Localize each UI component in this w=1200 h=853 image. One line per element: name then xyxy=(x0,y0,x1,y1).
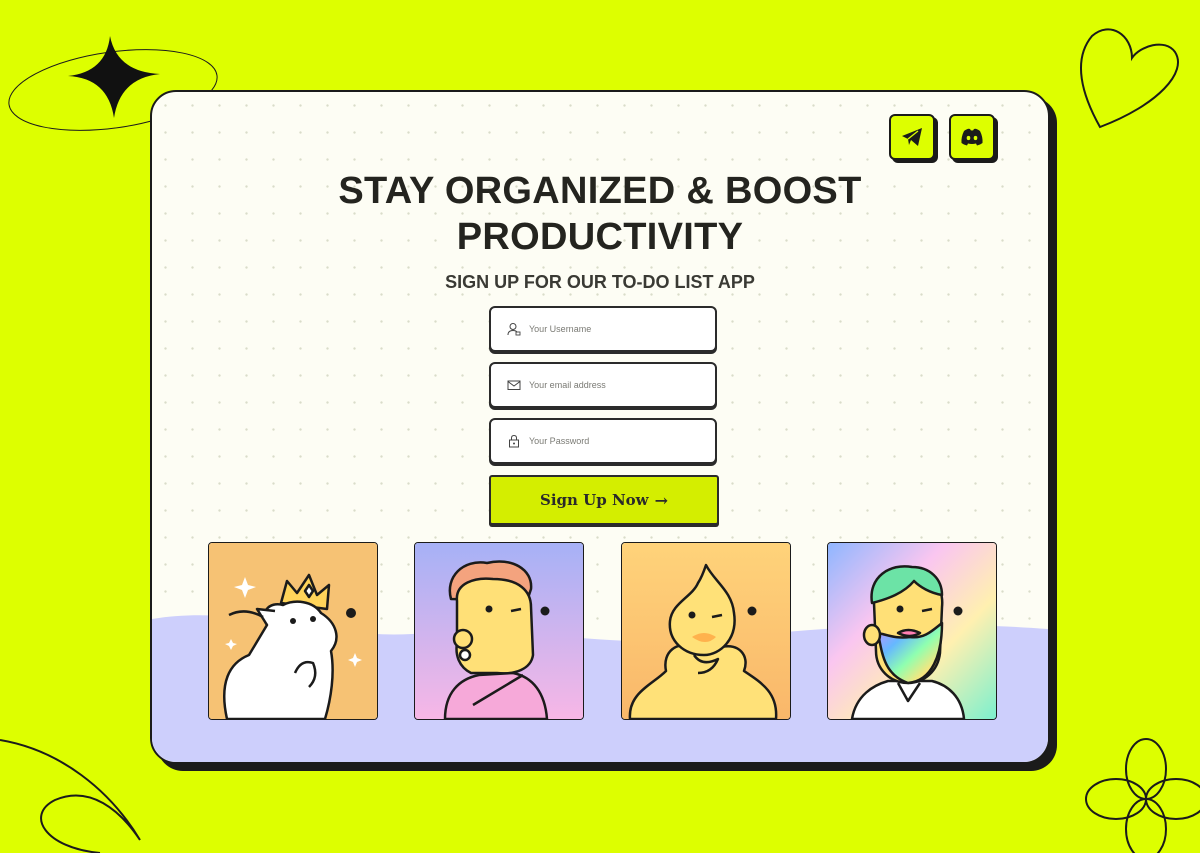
mail-icon xyxy=(507,380,521,390)
signup-card: STAY ORGANIZED & BOOST PRODUCTIVITY SIGN… xyxy=(150,90,1050,764)
telegram-button[interactable] xyxy=(889,114,935,160)
clover-outline-decoration xyxy=(1085,738,1200,853)
discord-icon xyxy=(961,128,983,146)
password-field[interactable] xyxy=(489,418,717,464)
heart-outline-decoration xyxy=(1080,28,1179,129)
password-input[interactable] xyxy=(527,435,711,447)
sign-up-label: Sign Up Now xyxy=(540,491,649,509)
rainbow-beard-avatar xyxy=(827,542,997,720)
flame-avatar xyxy=(621,542,791,720)
curly-hair-avatar xyxy=(414,542,584,720)
username-input[interactable] xyxy=(527,323,711,335)
title-line-1: STAY ORGANIZED & BOOST xyxy=(338,170,862,212)
username-field[interactable] xyxy=(489,306,717,352)
sign-up-button[interactable]: Sign Up Now → xyxy=(489,475,719,525)
page-subtitle: SIGN UP FOR OUR TO-DO LIST APP xyxy=(445,272,755,292)
discord-button[interactable] xyxy=(949,114,995,160)
email-input[interactable] xyxy=(527,379,711,391)
user-icon xyxy=(507,323,521,336)
telegram-icon xyxy=(902,128,922,146)
cat-king-avatar xyxy=(208,542,378,720)
lock-icon xyxy=(509,434,519,448)
page-title: STAY ORGANIZED & BOOST PRODUCTIVITY xyxy=(152,168,1048,260)
arrow-right-icon: → xyxy=(654,490,668,510)
title-line-2: PRODUCTIVITY xyxy=(456,216,744,258)
email-field[interactable] xyxy=(489,362,717,408)
